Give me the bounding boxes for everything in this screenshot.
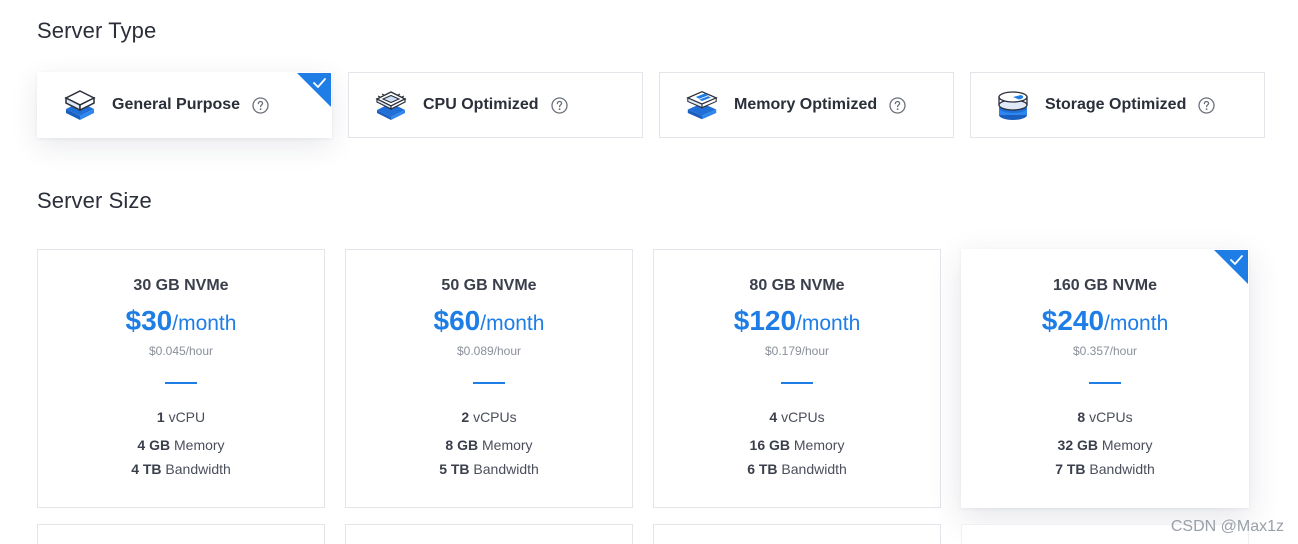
divider [1089,382,1121,384]
stack-layers-icon [64,87,96,123]
plan-price: $240/month [962,305,1248,337]
server-type-label: Storage Optimized [1045,96,1187,113]
help-icon[interactable] [1198,96,1216,114]
server-size-title: Server Size [37,188,152,213]
spec-bandwidth: 7 TB Bandwidth [1055,461,1155,477]
plan-hourly: $0.089/hour [456,344,522,358]
selected-check-icon [1214,250,1248,284]
server-type-storage-optimized[interactable]: Storage Optimized [970,72,1265,138]
plan-price: $120/month [654,305,940,337]
size-plan-card[interactable]: 30 GB NVMe $30/month $0.045/hour 1 vCPU … [37,249,325,508]
spec-cpu: 1 vCPU [156,409,206,425]
cpu-chip-icon [375,87,407,123]
price-unit: /month [796,312,861,335]
plan-hourly: $0.179/hour [764,344,830,358]
plan-name: 30 GB NVMe [133,277,229,294]
price-unit: /month [1104,312,1169,335]
size-plan-card[interactable]: 80 GB NVMe $120/month $0.179/hour 4 vCPU… [653,249,941,508]
size-plan-card-partial[interactable] [37,524,325,544]
server-type-label: General Purpose [112,96,241,113]
spec-memory: 32 GB Memory [1057,437,1153,453]
spec-cpu: 4 vCPUs [769,409,825,425]
spec-bandwidth: 4 TB Bandwidth [131,461,231,477]
size-plan-card-partial[interactable] [653,524,941,544]
help-icon[interactable] [252,96,269,114]
spec-memory: 8 GB Memory [445,437,533,453]
spec-cpu: 8 vCPUs [1077,409,1133,425]
server-type-label: CPU Optimized [423,96,539,113]
plan-price: $30/month [38,305,324,337]
price-amount: $120 [733,305,797,336]
memory-module-icon [686,87,718,123]
divider [165,382,197,384]
watermark: CSDN @Max1z [1170,518,1284,535]
plan-hourly: $0.357/hour [1072,344,1138,358]
server-type-general-purpose[interactable]: General Purpose [37,72,332,138]
spec-bandwidth: 5 TB Bandwidth [439,461,539,477]
size-plan-card[interactable]: 160 GB NVMe $240/month $0.357/hour 8 vCP… [961,249,1249,508]
plan-price: $60/month [346,305,632,337]
price-amount: $60 [433,305,481,336]
plan-name: 80 GB NVMe [749,277,845,294]
spec-memory: 4 GB Memory [137,437,225,453]
price-unit: /month [480,312,545,335]
size-plan-card-partial[interactable] [345,524,633,544]
spec-cpu: 2 vCPUs [461,409,517,425]
price-amount: $240 [1041,305,1105,336]
help-icon[interactable] [550,96,568,114]
spec-bandwidth: 6 TB Bandwidth [747,461,847,477]
plan-name: 50 GB NVMe [441,277,537,294]
spec-memory: 16 GB Memory [749,437,845,453]
help-icon[interactable] [889,96,906,114]
divider [781,382,813,384]
storage-disk-icon [997,87,1029,123]
plan-hourly: $0.045/hour [148,344,214,358]
plan-name: 160 GB NVMe [1052,277,1158,294]
server-type-title: Server Type [37,18,157,43]
server-type-memory-optimized[interactable]: Memory Optimized [659,72,954,138]
selected-check-icon [297,73,331,107]
price-amount: $30 [125,305,173,336]
divider [473,382,505,384]
server-type-cpu-optimized[interactable]: CPU Optimized [348,72,643,138]
server-type-label: Memory Optimized [734,96,878,113]
price-unit: /month [172,312,237,335]
size-plan-card[interactable]: 50 GB NVMe $60/month $0.089/hour 2 vCPUs… [345,249,633,508]
